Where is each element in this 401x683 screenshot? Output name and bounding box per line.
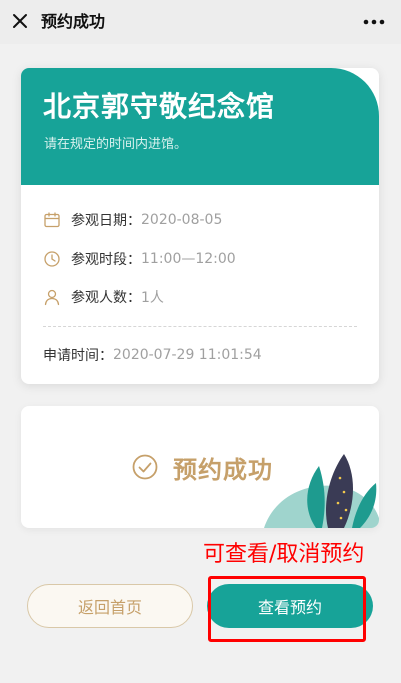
clock-icon — [44, 251, 60, 267]
visit-people-label: 参观人数： — [71, 290, 141, 306]
visit-time-label: 参观时段： — [71, 252, 141, 268]
more-icon[interactable] — [363, 19, 385, 25]
top-bar: 预约成功 — [0, 0, 401, 44]
visit-date-label: 参观日期： — [71, 213, 141, 229]
ticket-card: 北京郭守敬纪念馆 请在规定的时间内进馆。 参观日期： 2020-08-05 参观… — [21, 68, 379, 384]
apply-time-label: 申请时间： — [43, 348, 113, 364]
visit-people-row: 参观人数： 1人 — [43, 286, 164, 308]
museum-subtitle: 请在规定的时间内进馆。 — [44, 137, 188, 152]
visit-date-value: 2020-08-05 — [141, 212, 223, 228]
check-circle-icon — [132, 454, 158, 480]
success-message: 预约成功 — [131, 450, 273, 484]
page-title: 预约成功 — [41, 12, 106, 31]
museum-name: 北京郭守敬纪念馆 — [43, 90, 276, 123]
visit-date-row: 参观日期： 2020-08-05 — [43, 209, 222, 231]
apply-time-row: 申请时间： 2020-07-29 11:01:54 — [43, 344, 262, 366]
visit-time-value: 11:00—12:00 — [141, 251, 236, 267]
ticket-header: 北京郭守敬纪念馆 请在规定的时间内进馆。 — [21, 68, 379, 185]
apply-time-value: 2020-07-29 11:01:54 — [113, 347, 262, 363]
visit-time-row: 参观时段： 11:00—12:00 — [43, 248, 236, 270]
person-icon — [44, 289, 60, 306]
annotation-text: 可查看/取消预约 — [203, 542, 365, 567]
close-icon[interactable] — [10, 11, 30, 31]
dashed-divider — [43, 326, 357, 327]
visit-people-value: 1人 — [141, 290, 164, 306]
annotation-highlight-box — [208, 576, 366, 642]
success-card: 预约成功 — [21, 406, 379, 528]
success-text: 预约成功 — [173, 455, 273, 484]
leaves-decoration — [264, 454, 379, 528]
back-home-button[interactable]: 返回首页 — [27, 584, 193, 628]
calendar-icon — [44, 212, 60, 228]
